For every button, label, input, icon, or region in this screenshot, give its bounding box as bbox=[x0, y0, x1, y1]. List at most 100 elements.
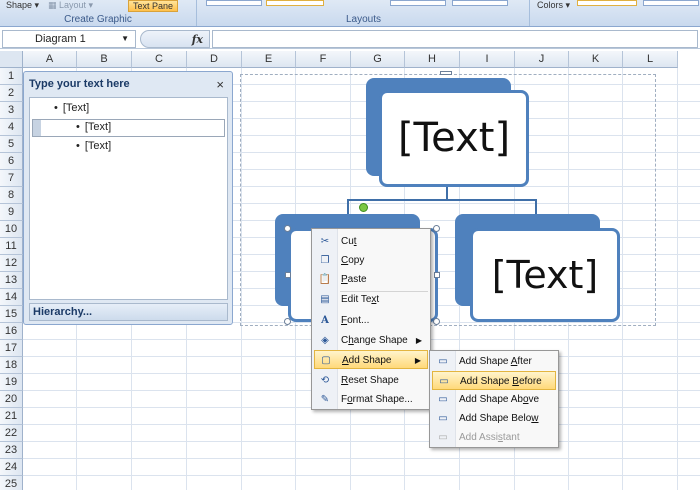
column-header-i[interactable]: I bbox=[460, 51, 515, 68]
text-pane-item-2[interactable]: • [Text] bbox=[76, 121, 111, 133]
drag-handle-icon[interactable] bbox=[33, 120, 41, 136]
shape-after-icon: ▭ bbox=[438, 356, 448, 367]
menu-item-paste[interactable]: 📋 Paste bbox=[314, 270, 428, 289]
menu-item-add-shape[interactable]: ▢ Add Shape ▶ bbox=[314, 350, 428, 369]
menu-item-reset-shape[interactable]: ⟲ Reset Shape bbox=[314, 371, 428, 390]
shape-handle-bl[interactable] bbox=[284, 318, 291, 325]
shape-handle-l[interactable] bbox=[285, 272, 291, 278]
menu-item-font[interactable]: A Font... bbox=[314, 311, 428, 330]
column-header-l[interactable]: L bbox=[623, 51, 678, 68]
right-shape[interactable]: [Text] bbox=[470, 228, 620, 322]
submenu-item-add-shape-above[interactable]: ▭ Add Shape Above bbox=[432, 390, 556, 409]
layout-thumb-2[interactable] bbox=[266, 0, 324, 6]
formula-input[interactable] bbox=[212, 30, 698, 48]
shape-above-icon: ▭ bbox=[438, 394, 448, 405]
column-header-f[interactable]: F bbox=[296, 51, 351, 68]
row-header-13[interactable]: 13 bbox=[0, 272, 23, 289]
row-header-3[interactable]: 3 bbox=[0, 102, 23, 119]
row-header-10[interactable]: 10 bbox=[0, 221, 23, 238]
row-header-1[interactable]: 1 bbox=[0, 68, 23, 85]
font-icon: A bbox=[321, 315, 329, 326]
chevron-down-icon[interactable]: ▼ bbox=[121, 34, 129, 43]
bullet-icon: • bbox=[76, 140, 80, 152]
column-header-e[interactable]: E bbox=[242, 51, 296, 68]
text-pane-item-3[interactable]: • [Text] bbox=[76, 140, 111, 152]
row-header-12[interactable]: 12 bbox=[0, 255, 23, 272]
colors-button[interactable]: Colors ▾ bbox=[537, 0, 570, 11]
menu-item-edit-text[interactable]: ▤ Edit Text bbox=[314, 290, 428, 309]
text-pane-editor[interactable]: • [Text] • [Text] • [Text] bbox=[29, 97, 228, 300]
row-header-19[interactable]: 19 bbox=[0, 374, 23, 391]
text-pane-button[interactable]: Text Pane bbox=[128, 0, 179, 12]
menu-item-copy[interactable]: ❐ Copy bbox=[314, 251, 428, 270]
column-header-h[interactable]: H bbox=[405, 51, 460, 68]
submenu-item-add-shape-before[interactable]: ▭ Add Shape Before bbox=[432, 371, 556, 390]
text-pane-footer-link[interactable]: Hierarchy... bbox=[29, 303, 228, 321]
shape-before-icon: ▭ bbox=[439, 376, 449, 387]
layout-thumb-1[interactable] bbox=[206, 0, 262, 6]
frame-resize-handle-top[interactable] bbox=[440, 71, 452, 75]
name-box[interactable]: Diagram 1 ▼ bbox=[2, 30, 136, 48]
row-header-2[interactable]: 2 bbox=[0, 85, 23, 102]
menu-item-change-shape[interactable]: ◈ Change Shape ▶ bbox=[314, 331, 428, 350]
ribbon-group-create-graphic: Shape ▾ ▦ Layout ▾ Text Pane Create Grap… bbox=[0, 0, 197, 26]
layout-thumb-4[interactable] bbox=[452, 0, 508, 6]
select-all-corner[interactable] bbox=[0, 51, 23, 68]
row-header-17[interactable]: 17 bbox=[0, 340, 23, 357]
row-header-11[interactable]: 11 bbox=[0, 238, 23, 255]
rotate-handle[interactable] bbox=[359, 203, 368, 212]
row-header-23[interactable]: 23 bbox=[0, 442, 23, 459]
connector-left-drop bbox=[347, 199, 349, 215]
grid-hline bbox=[23, 475, 700, 476]
row-header-16[interactable]: 16 bbox=[0, 323, 23, 340]
shape-handle-tr[interactable] bbox=[433, 225, 440, 232]
column-header-j[interactable]: J bbox=[515, 51, 569, 68]
shape-handle-tl[interactable] bbox=[284, 225, 291, 232]
close-icon[interactable]: × bbox=[216, 77, 224, 92]
row-header-25[interactable]: 25 bbox=[0, 476, 23, 490]
scissors-icon: ✂ bbox=[320, 236, 330, 247]
row-header-8[interactable]: 8 bbox=[0, 187, 23, 204]
row-header-7[interactable]: 7 bbox=[0, 170, 23, 187]
style-thumb-2[interactable] bbox=[643, 0, 699, 6]
row-header-5[interactable]: 5 bbox=[0, 136, 23, 153]
edit-text-icon: ▤ bbox=[320, 294, 330, 305]
style-thumb-1[interactable] bbox=[577, 0, 637, 6]
add-shape-submenu: ▭ Add Shape After ▭ Add Shape Before ▭ Add … bbox=[429, 350, 559, 448]
grid-vline bbox=[677, 68, 678, 490]
reset-shape-icon: ⟲ bbox=[320, 375, 330, 386]
column-header-k[interactable]: K bbox=[569, 51, 623, 68]
row-header-20[interactable]: 20 bbox=[0, 391, 23, 408]
layout-thumb-3[interactable] bbox=[390, 0, 446, 6]
column-header-g[interactable]: G bbox=[351, 51, 405, 68]
shape-handle-r[interactable] bbox=[434, 272, 440, 278]
row-header-6[interactable]: 6 bbox=[0, 153, 23, 170]
column-header-d[interactable]: D bbox=[187, 51, 242, 68]
row-header-22[interactable]: 22 bbox=[0, 425, 23, 442]
column-header-b[interactable]: B bbox=[77, 51, 132, 68]
top-shape[interactable]: [Text] bbox=[379, 90, 529, 187]
row-header-9[interactable]: 9 bbox=[0, 204, 23, 221]
submenu-item-add-shape-below[interactable]: ▭ Add Shape Below bbox=[432, 409, 556, 428]
layout-button[interactable]: ▦ Layout ▾ bbox=[48, 0, 93, 11]
connector-horizontal bbox=[347, 199, 537, 201]
submenu-item-add-shape-after[interactable]: ▭ Add Shape After bbox=[432, 352, 556, 371]
row-header-21[interactable]: 21 bbox=[0, 408, 23, 425]
column-header-c[interactable]: C bbox=[132, 51, 187, 68]
bullet-icon: • bbox=[76, 121, 80, 133]
function-icon[interactable]: fx bbox=[192, 33, 203, 46]
row-header-4[interactable]: 4 bbox=[0, 119, 23, 136]
ribbon: Shape ▾ ▦ Layout ▾ Text Pane Create Grap… bbox=[0, 0, 700, 27]
row-header-18[interactable]: 18 bbox=[0, 357, 23, 374]
text-pane-item-1[interactable]: • [Text] bbox=[54, 102, 89, 114]
shape-button[interactable]: Shape ▾ bbox=[6, 0, 39, 11]
shape-handle-br[interactable] bbox=[433, 318, 440, 325]
group-label-create-graphic: Create Graphic bbox=[64, 14, 132, 25]
menu-item-format-shape[interactable]: ✎ Format Shape... bbox=[314, 390, 428, 409]
menu-item-cut[interactable]: ✂ Cut bbox=[314, 232, 428, 251]
row-header-15[interactable]: 15 bbox=[0, 306, 23, 323]
column-header-a[interactable]: A bbox=[23, 51, 77, 68]
text-pane-item-selected-frame[interactable] bbox=[32, 119, 225, 137]
row-header-14[interactable]: 14 bbox=[0, 289, 23, 306]
row-header-24[interactable]: 24 bbox=[0, 459, 23, 476]
